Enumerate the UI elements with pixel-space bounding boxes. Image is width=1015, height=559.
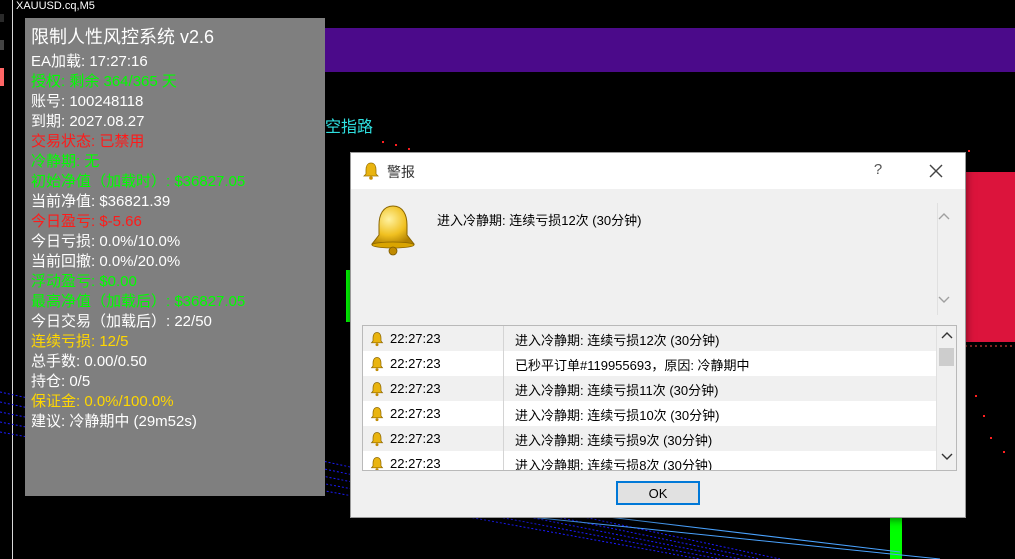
alert-time: 22:27:23 — [390, 381, 441, 396]
panel-line: 浮动盈亏: $0.00 — [31, 273, 137, 290]
list-item[interactable]: 22:27:23 进入冷静期: 连续亏损12次 (30分钟) — [363, 326, 936, 351]
panel-line: 总手数: 0.00/0.50 — [31, 353, 147, 370]
panel-line: 当前净值: $36821.39 — [31, 193, 171, 210]
scrollbar-thumb[interactable] — [939, 348, 954, 366]
column-divider — [503, 326, 504, 351]
panel-title: 限制人性风控系统 v2.6 — [31, 27, 215, 47]
list-item[interactable]: 22:27:23 进入冷静期: 连续亏损10次 (30分钟) — [363, 401, 936, 426]
list-item[interactable]: 22:27:23 进入冷静期: 连续亏损11次 (30分钟) — [363, 376, 936, 401]
dialog-title: 警报 — [387, 164, 415, 180]
alert-time: 22:27:23 — [390, 456, 441, 471]
bell-icon — [369, 431, 385, 450]
column-divider — [503, 426, 504, 451]
list-scrollbar[interactable] — [936, 326, 956, 470]
panel-line: 今日盈亏: $-5.66 — [31, 213, 142, 230]
panel-line: 账号: 100248118 — [31, 93, 144, 110]
alert-time: 22:27:23 — [390, 331, 441, 346]
column-divider — [503, 401, 504, 426]
panel-line: 交易状态: 已禁用 — [31, 133, 145, 150]
alert-row-message: 进入冷静期: 连续亏损9次 (30分钟) — [515, 433, 713, 448]
alert-row-message: 进入冷静期: 连续亏损11次 (30分钟) — [515, 383, 719, 398]
close-icon[interactable] — [923, 159, 949, 183]
chevron-up-icon[interactable] — [941, 330, 953, 340]
panel-line: EA加载: 17:27:16 — [31, 53, 148, 70]
column-divider — [503, 376, 504, 401]
alert-row-message: 进入冷静期: 连续亏损10次 (30分钟) — [515, 408, 720, 423]
bell-icon — [369, 381, 385, 400]
alert-bell-icon — [370, 205, 416, 256]
bell-icon — [363, 162, 379, 180]
bell-icon — [369, 331, 385, 350]
alert-message: 进入冷静期: 连续亏损12次 (30分钟) — [437, 213, 642, 228]
panel-line: 连续亏损: 12/5 — [31, 333, 129, 350]
panel-line: 授权: 剩余 364/365 天 — [31, 73, 177, 90]
panel-line: 当前回撤: 0.0%/20.0% — [31, 253, 181, 270]
panel-line: 建议: 冷静期中 (29m52s) — [31, 413, 197, 430]
panel-line: 持仓: 0/5 — [31, 373, 91, 390]
bell-icon — [369, 456, 385, 470]
alert-time: 22:27:23 — [390, 431, 441, 446]
help-button[interactable]: ? — [865, 161, 891, 178]
chevron-down-icon[interactable] — [937, 295, 951, 305]
ok-button[interactable]: OK — [616, 481, 700, 505]
column-divider — [503, 451, 504, 470]
alert-dialog: 警报 ? 进入冷静期: 连续亏损12次 (30分钟) 22:27:23 进入冷静期… — [350, 152, 966, 518]
bell-icon — [369, 356, 385, 375]
alert-history-list[interactable]: 22:27:23 进入冷静期: 连续亏损12次 (30分钟) 22:27:23 已秒平… — [362, 325, 957, 471]
panel-line: 到期: 2027.08.27 — [31, 113, 145, 130]
list-item[interactable]: 22:27:23 进入冷静期: 连续亏损9次 (30分钟) — [363, 426, 936, 451]
chevron-up-icon[interactable] — [937, 211, 951, 221]
list-item[interactable]: 22:27:23 已秒平订单#119955693，原因: 冷静期中 — [363, 351, 936, 376]
alert-time: 22:27:23 — [390, 406, 441, 421]
bell-icon — [369, 406, 385, 425]
panel-line: 今日交易（加载后）: 22/50 — [31, 313, 212, 330]
alert-row-message: 进入冷静期: 连续亏损8次 (30分钟) — [515, 458, 713, 471]
dialog-titlebar[interactable]: 警报 ? — [351, 153, 965, 189]
panel-line: 今日亏损: 0.0%/10.0% — [31, 233, 181, 250]
panel-line: 最高净值（加载后）: $36827.05 — [31, 293, 246, 310]
panel-line: 冷静期: 无 — [31, 153, 100, 170]
list-item[interactable]: 22:27:23 进入冷静期: 连续亏损8次 (30分钟) — [363, 451, 936, 471]
panel-line: 保证金: 0.0%/100.0% — [31, 393, 174, 410]
column-divider — [503, 351, 504, 376]
panel-line: 初始净值（加载时）: $36827.05 — [31, 173, 246, 190]
risk-info-panel: 限制人性风控系统 v2.6 EA加载: 17:27:16 授权: 剩余 364/3… — [25, 18, 325, 496]
chevron-down-icon[interactable] — [941, 452, 953, 462]
alert-row-message: 进入冷静期: 连续亏损12次 (30分钟) — [515, 333, 720, 348]
alert-row-message: 已秒平订单#119955693，原因: 冷静期中 — [515, 358, 750, 373]
alert-time: 22:27:23 — [390, 356, 441, 371]
